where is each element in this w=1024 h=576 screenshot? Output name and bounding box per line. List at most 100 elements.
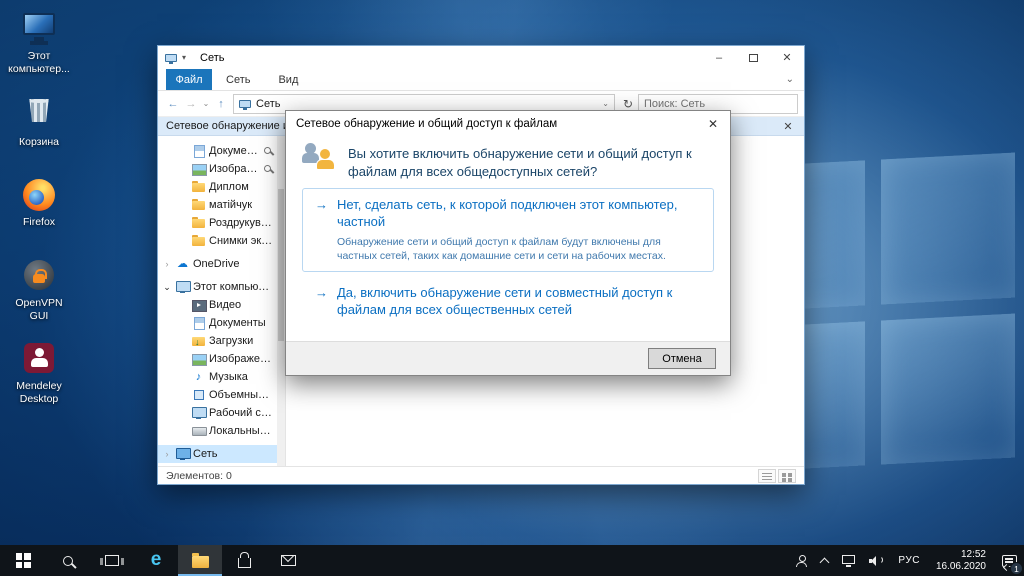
search-input[interactable]: [639, 98, 797, 110]
nav-item-diplom[interactable]: Диплом: [158, 178, 285, 196]
nav-item-documents[interactable]: Документы: [158, 314, 285, 332]
info-bar-close-icon[interactable]: ✕: [780, 120, 796, 133]
desktop-icon-mendeley[interactable]: Mendeley Desktop: [6, 341, 72, 406]
maximize-button[interactable]: [736, 46, 770, 69]
desktop-icon-label: Mendeley Desktop: [16, 380, 62, 405]
action-center-button[interactable]: 1: [995, 545, 1024, 576]
up-button[interactable]: ↑: [212, 98, 230, 110]
volume-icon: [869, 555, 884, 566]
option-no-label: Нет, сделать сеть, к которой подключен э…: [337, 197, 701, 231]
network-icon: [176, 448, 189, 460]
nav-item-documents-pinned[interactable]: Документы: [158, 142, 285, 160]
nav-item-music[interactable]: ♪ Музыка: [158, 368, 285, 386]
videos-icon: [192, 299, 205, 311]
ribbon-tabs: Файл Сеть Вид ⌄: [158, 69, 804, 91]
file-menu-button[interactable]: Файл: [166, 69, 212, 90]
dialog-title: Сетевое обнаружение и общий доступ к фай…: [296, 118, 557, 130]
task-view-icon: [105, 555, 119, 566]
refresh-button[interactable]: ↻: [618, 97, 638, 111]
language-indicator[interactable]: РУС: [891, 545, 927, 576]
mendeley-icon: [22, 343, 56, 377]
scrollbar-thumb[interactable]: [278, 189, 284, 341]
dialog-close-button[interactable]: ✕: [696, 111, 730, 137]
nav-item-3d-objects[interactable]: Объемные объе: [158, 386, 285, 404]
mail-icon: [281, 555, 296, 566]
taskbar-edge-button[interactable]: e: [134, 545, 178, 576]
start-button[interactable]: [0, 545, 46, 576]
quick-access-toolbar: ▾: [158, 53, 186, 62]
nav-item-network-selected[interactable]: › Сеть: [158, 445, 285, 463]
nav-item-videos[interactable]: Видео: [158, 296, 285, 314]
document-icon: [192, 145, 205, 157]
nav-item-local-disk[interactable]: Локальный диск: [158, 422, 285, 440]
clock-date: 16.06.2020: [936, 561, 986, 573]
nav-item-matiychuk[interactable]: матійчук: [158, 196, 285, 214]
tray-volume-button[interactable]: [862, 545, 891, 576]
recent-locations-dropdown[interactable]: ⌄: [200, 99, 212, 108]
wallpaper-window-pane: [881, 153, 1016, 305]
tray-network-button[interactable]: [835, 545, 862, 576]
file-explorer-icon: [192, 556, 209, 568]
nav-item-onedrive[interactable]: › ☁ OneDrive: [158, 255, 285, 273]
pictures-icon: [192, 353, 205, 365]
status-bar: Элементов: 0: [158, 466, 804, 484]
tree-expanded-chevron-icon[interactable]: ⌄: [162, 282, 172, 293]
desktop-icon-recycle-bin[interactable]: Корзина: [6, 93, 72, 149]
pin-icon[interactable]: [264, 165, 273, 174]
window-title: Сеть: [200, 52, 224, 64]
tree-collapsed-chevron-icon[interactable]: ›: [162, 259, 172, 269]
taskbar-clock[interactable]: 12:52 16.06.2020: [927, 549, 995, 573]
desktop-icon-this-pc[interactable]: Этот компьютер...: [6, 10, 72, 76]
nav-item-this-pc[interactable]: ⌄ Этот компьютер: [158, 278, 285, 296]
details-view-button[interactable]: [758, 469, 776, 483]
title-bar: ▾ Сеть – ✕: [158, 46, 804, 69]
nav-item-rozdrukuvaty[interactable]: Роздрукувати: [158, 214, 285, 232]
folder-icon: [192, 217, 205, 229]
desktop-icon-openvpn[interactable]: OpenVPN GUI: [6, 258, 72, 323]
tray-people-button[interactable]: [789, 545, 814, 576]
nav-scrollbar[interactable]: [277, 136, 285, 466]
recycle-bin-icon: [22, 99, 56, 133]
downloads-icon: [192, 335, 205, 347]
thumbnails-view-button[interactable]: [778, 469, 796, 483]
3d-objects-icon: [192, 389, 205, 401]
dialog-footer: Отмена: [286, 341, 730, 375]
taskbar-search-button[interactable]: [46, 545, 90, 576]
forward-button[interactable]: →: [182, 98, 200, 110]
cancel-button[interactable]: Отмена: [648, 348, 716, 369]
items-count: Элементов: 0: [166, 470, 232, 482]
option-make-private[interactable]: → Нет, сделать сеть, к которой подключен…: [302, 188, 714, 272]
option-no-description: Обнаружение сети и общий доступ к файлам…: [337, 235, 701, 263]
system-tray: РУС 12:52 16.06.2020 1: [789, 545, 1024, 576]
expand-ribbon-chevron-icon[interactable]: ⌄: [786, 74, 794, 85]
nav-item-desktop[interactable]: Рабочий стол: [158, 404, 285, 422]
address-dropdown-icon[interactable]: ⌄: [602, 99, 609, 108]
tree-collapsed-chevron-icon[interactable]: ›: [162, 449, 172, 459]
command-arrow-icon: →: [315, 285, 329, 319]
chevron-up-icon: [820, 557, 830, 567]
close-button[interactable]: ✕: [770, 46, 804, 69]
pin-icon[interactable]: [264, 147, 273, 156]
task-view-button[interactable]: [90, 545, 134, 576]
taskbar-mail-button[interactable]: [266, 545, 310, 576]
taskbar: e РУС 12:52 16.06.2020 1: [0, 545, 1024, 576]
nav-item-pictures-pinned[interactable]: Изображения: [158, 160, 285, 178]
nav-item-screenshots[interactable]: Снимки экрана: [158, 232, 285, 250]
tray-hidden-icons-button[interactable]: [814, 545, 835, 576]
dialog-body: Вы хотите включить обнаружение сети и об…: [286, 137, 730, 341]
navigation-pane: Документы Изображения Диплом матійчук Ро…: [158, 136, 286, 466]
desktop-icon-firefox[interactable]: Firefox: [6, 178, 72, 229]
notification-badge: 1: [1010, 562, 1023, 575]
minimize-button[interactable]: –: [702, 46, 736, 69]
back-button[interactable]: ←: [164, 98, 182, 110]
tab-view[interactable]: Вид: [264, 69, 312, 90]
tab-network[interactable]: Сеть: [212, 69, 264, 90]
taskbar-explorer-button[interactable]: [178, 545, 222, 576]
option-yes-label: Да, включить обнаружение сети и совместн…: [337, 285, 701, 319]
nav-item-pictures[interactable]: Изображения: [158, 350, 285, 368]
option-enable-discovery[interactable]: → Да, включить обнаружение сети и совмес…: [302, 285, 714, 319]
nav-item-downloads[interactable]: Загрузки: [158, 332, 285, 350]
chevron-down-icon[interactable]: ▾: [182, 53, 186, 62]
wallpaper-window-pane: [881, 313, 1016, 465]
taskbar-store-button[interactable]: [222, 545, 266, 576]
